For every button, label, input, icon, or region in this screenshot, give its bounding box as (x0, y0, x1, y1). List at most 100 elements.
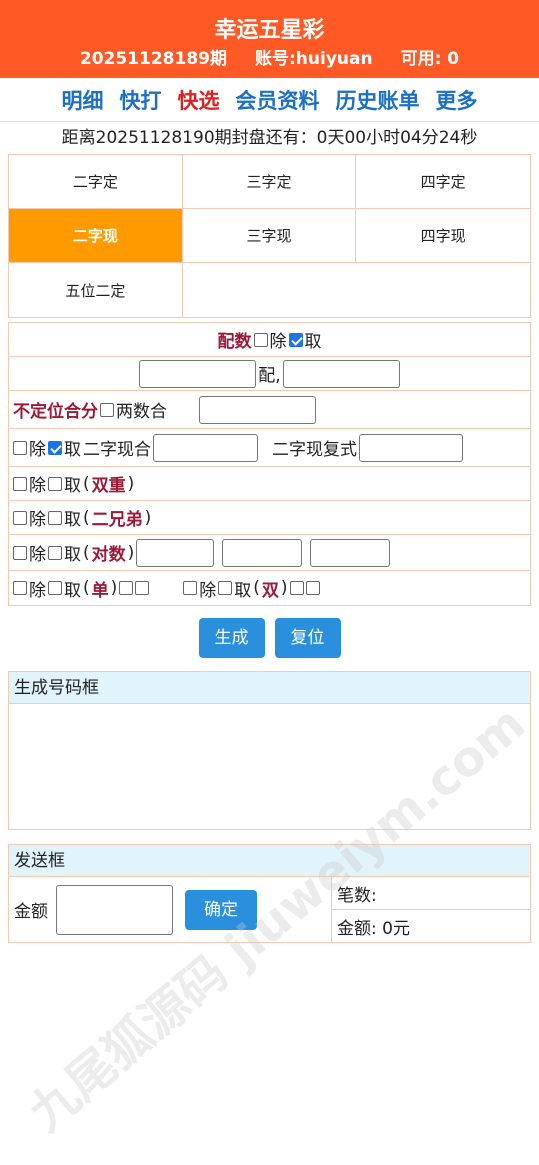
pei-label: 配, (258, 366, 281, 386)
nav-quick-play[interactable]: 快打 (120, 85, 162, 115)
account-name: 账号:huiyuan (254, 49, 373, 69)
duishu-input-1[interactable] (136, 538, 215, 567)
reset-button[interactable]: 复位 (274, 618, 341, 658)
take-label: 取 (64, 545, 81, 565)
send-box: 金额 确定 笔数: 金额: 0元 (8, 876, 531, 943)
total-label: 金额: (337, 918, 377, 939)
budingwei-row: 不定位合分 两数合 (9, 391, 530, 429)
exclude-label: 除 (29, 440, 46, 460)
take-label: 取 (234, 580, 252, 601)
dan-opt-checkbox-1[interactable] (119, 581, 134, 595)
nav-more[interactable]: 更多 (436, 85, 478, 115)
dan-opt-checkbox-2[interactable] (135, 581, 150, 595)
erxiongdi-exclude-checkbox[interactable] (13, 510, 27, 525)
main-nav: 明细 快打 快选 会员资料 历史账单 更多 (0, 78, 539, 122)
duishu-take-checkbox[interactable] (48, 545, 62, 560)
tab-sizixian[interactable]: 四字现 (356, 209, 530, 263)
erzixian-row: 除 取 二字现合 二字现复式 (9, 429, 530, 467)
duishu-input-2[interactable] (222, 538, 303, 567)
paren-close: ) (127, 473, 135, 494)
confirm-button[interactable]: 确定 (185, 889, 257, 930)
take-label: 取 (64, 440, 81, 460)
peishu-label: 配数 (217, 332, 252, 352)
exclude-label: 除 (29, 476, 46, 496)
exclude-label: 除 (199, 580, 217, 601)
exclude-label: 除 (29, 510, 46, 530)
paren-close: ) (144, 507, 152, 528)
period-number: 20251128189期 (79, 49, 227, 69)
erxiongdi-label: 二兄弟 (91, 510, 143, 530)
shuangchong-exclude-checkbox[interactable] (13, 476, 27, 491)
generate-button[interactable]: 生成 (198, 618, 265, 658)
dan-label: 单 (91, 580, 109, 601)
duishu-row: 除 取 (对数) (9, 535, 530, 571)
shuang-exclude-checkbox[interactable] (183, 581, 198, 595)
erzixian-exclude-checkbox[interactable] (13, 440, 27, 455)
erzixian-take-checkbox[interactable] (48, 440, 62, 455)
shuangchong-label: 双重 (91, 476, 126, 496)
peishu-take-checkbox[interactable] (288, 332, 303, 347)
nav-details[interactable]: 明细 (62, 85, 104, 115)
erzixian-he-label: 二字现合 (83, 440, 151, 460)
shuang-take-checkbox[interactable] (218, 581, 233, 595)
shuang-label: 双 (261, 580, 279, 601)
dan-take-checkbox[interactable] (48, 581, 62, 595)
pei-row: 配, (9, 357, 530, 391)
duishu-input-3[interactable] (310, 538, 391, 567)
dan-exclude-checkbox[interactable] (13, 581, 27, 595)
take-label: 取 (304, 332, 322, 352)
erxiongdi-take-checkbox[interactable] (48, 510, 62, 525)
paren-open: ( (253, 578, 260, 598)
nav-member-info[interactable]: 会员资料 (236, 85, 320, 115)
app-title: 幸运五星彩 (214, 18, 325, 43)
two-sum-input[interactable] (199, 395, 316, 424)
take-label: 取 (64, 476, 81, 496)
erzixian-he-input[interactable] (153, 433, 258, 462)
amount-label: 金额 (14, 902, 48, 922)
tab-erziding[interactable]: 二字定 (9, 155, 183, 209)
budingwei-label: 不定位合分 (13, 402, 98, 422)
tab-wuweierding[interactable]: 五位二定 (9, 263, 183, 317)
erxiongdi-row: 除 取 (二兄弟) (9, 501, 530, 535)
countdown: 距离20251128190期封盘还有：0天00小时04分24秒 (61, 128, 478, 148)
two-sum-checkbox[interactable] (100, 402, 114, 417)
paren-close: ) (280, 578, 288, 598)
erzixian-fushi-label: 二字现复式 (272, 440, 357, 460)
tab-erzixian[interactable]: 二字现 (9, 209, 183, 263)
pei-input-1[interactable] (139, 359, 257, 388)
amount-input[interactable] (56, 884, 173, 935)
send-summary: 笔数: 金额: 0元 (332, 877, 530, 942)
duishu-exclude-checkbox[interactable] (13, 545, 27, 560)
count-label: 笔数: (337, 885, 377, 906)
action-buttons: 生成 复位 (0, 618, 539, 658)
exclude-label: 除 (29, 580, 46, 601)
total-value: 0元 (382, 918, 410, 939)
gen-box-header: 生成号码框 (8, 671, 531, 703)
send-box-header: 发送框 (8, 844, 531, 876)
generated-numbers-box[interactable] (8, 703, 531, 830)
paren-open: ( (83, 542, 90, 563)
header-info: 20251128189期 账号:huiyuan 可用: 0 (0, 44, 539, 69)
bet-count: 笔数: (332, 877, 530, 910)
tab-sanziding[interactable]: 三字定 (182, 155, 357, 209)
two-sum-label: 两数合 (116, 402, 167, 422)
shuang-opt-checkbox-2[interactable] (305, 581, 320, 595)
take-label: 取 (64, 580, 81, 601)
paren-close: ) (127, 542, 135, 563)
shuangchong-take-checkbox[interactable] (48, 476, 62, 491)
app-header: 幸运五星彩 20251128189期 账号:huiyuan 可用: 0 (0, 0, 539, 78)
erzixian-fushi-input[interactable] (359, 433, 463, 462)
peishu-exclude-checkbox[interactable] (253, 332, 268, 347)
tab-siziding[interactable]: 四字定 (356, 155, 530, 209)
peishu-row: 配数 除 取 (9, 323, 530, 357)
exclude-label: 除 (29, 545, 46, 565)
send-amount-area: 金额 确定 (9, 877, 332, 942)
duishu-label: 对数 (91, 545, 126, 565)
tab-empty (182, 263, 530, 317)
shuang-opt-checkbox-1[interactable] (289, 581, 304, 595)
tab-sanzixian[interactable]: 三字现 (182, 209, 357, 263)
nav-quick-select[interactable]: 快选 (178, 85, 220, 115)
danshuang-row: 除 取 (单) 除 取 (双) (9, 571, 530, 605)
nav-history[interactable]: 历史账单 (336, 85, 420, 115)
pei-input-2[interactable] (282, 359, 400, 388)
